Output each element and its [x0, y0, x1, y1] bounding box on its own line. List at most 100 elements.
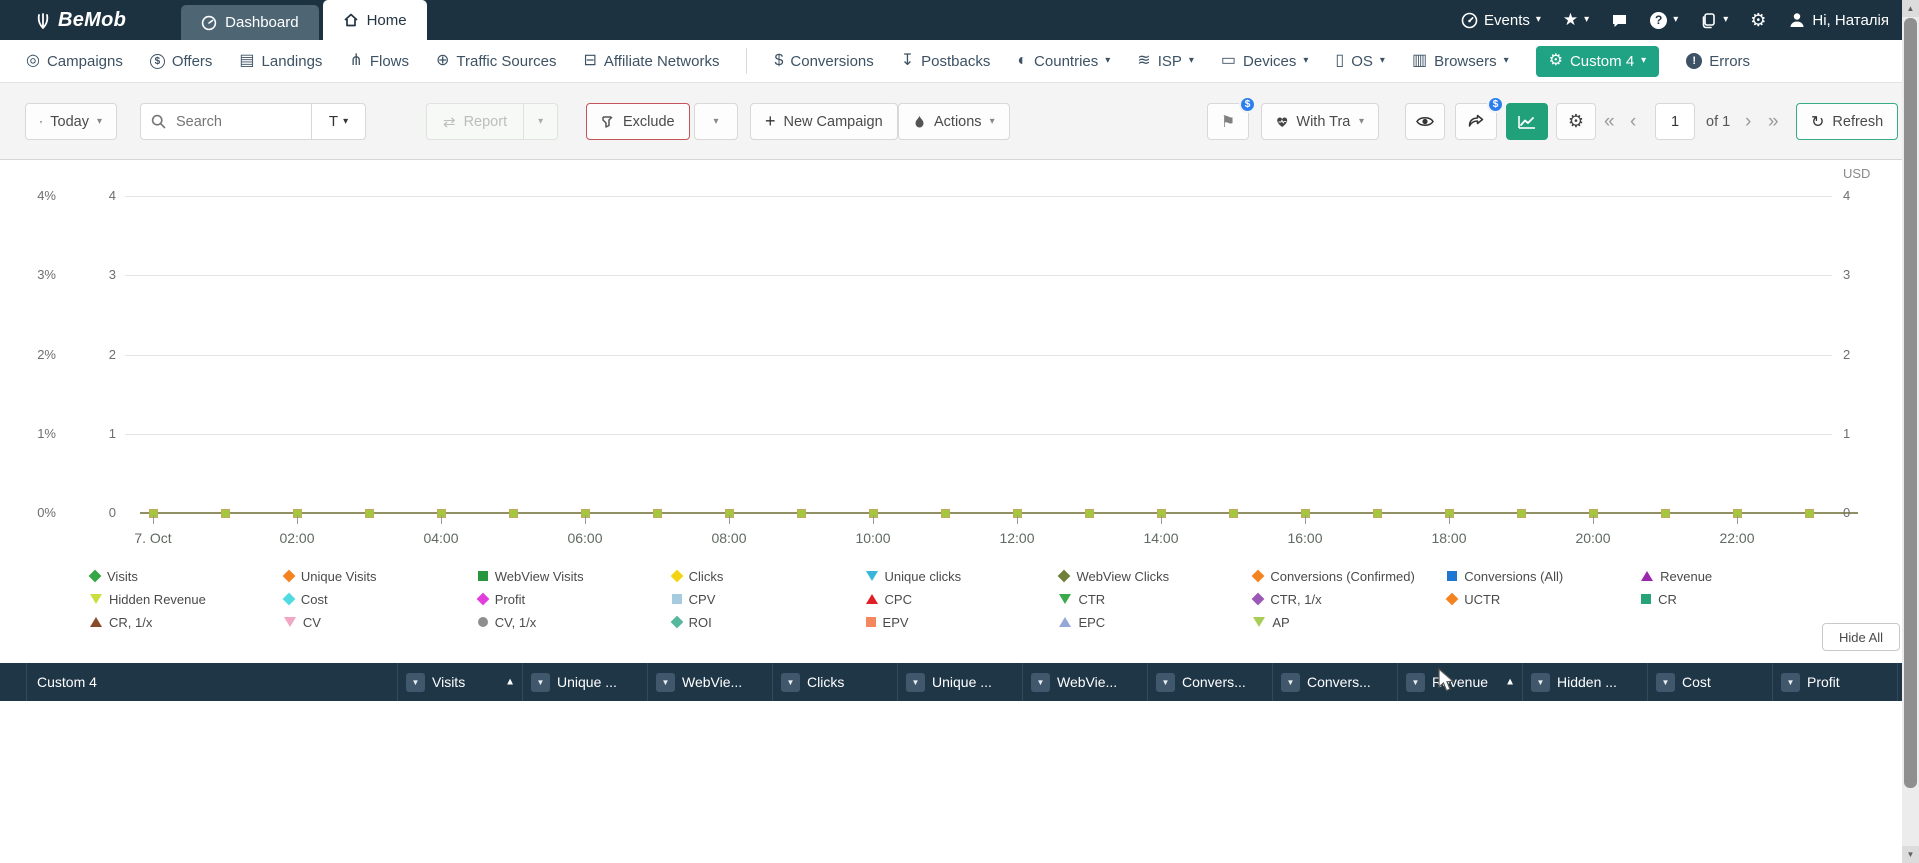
actions-button[interactable]: Actions ▾ — [898, 103, 1010, 140]
data-point-marker[interactable] — [796, 509, 806, 518]
nav-item-flows[interactable]: ⋔ Flows — [349, 53, 409, 70]
data-point-marker[interactable] — [220, 509, 230, 518]
legend-item-webview-visits[interactable]: WebView Visits — [477, 567, 672, 585]
nav-item-isp[interactable]: ≋ ISP ▾ — [1137, 53, 1194, 70]
report-dropdown-button[interactable]: ▾ — [523, 104, 557, 139]
legend-item-clicks[interactable]: Clicks — [670, 567, 866, 585]
filter-icon[interactable]: ▼ — [406, 672, 425, 692]
traffic-filter-dropdown[interactable]: With Tra... ▾ — [1261, 103, 1379, 140]
hide-all-button[interactable]: Hide All — [1822, 623, 1900, 651]
filter-icon[interactable]: ▼ — [1406, 672, 1425, 692]
settings-button[interactable]: ⚙ — [1750, 10, 1766, 31]
data-point-marker[interactable] — [364, 509, 374, 518]
table-column-header-hidden-[interactable]: ▼ Hidden ... — [1523, 663, 1648, 701]
legend-item-webview-clicks[interactable]: WebView Clicks — [1058, 567, 1253, 585]
table-settings-button[interactable]: ⚙ — [1556, 103, 1596, 140]
table-column-header-convers-[interactable]: ▼ Convers... — [1148, 663, 1273, 701]
feedback-button[interactable] — [1611, 12, 1628, 29]
legend-item-cr-1-x[interactable]: CR, 1/x — [90, 613, 284, 631]
filter-icon[interactable]: ▼ — [1281, 672, 1300, 692]
data-point-marker[interactable] — [1660, 509, 1670, 518]
scrollbar-thumb[interactable] — [1904, 18, 1917, 788]
legend-item-hidden-revenue[interactable]: Hidden Revenue — [90, 590, 284, 608]
nav-item-devices[interactable]: ▭ Devices ▾ — [1221, 53, 1309, 70]
nav-item-os[interactable]: ▯ OS ▾ — [1335, 53, 1385, 70]
table-column-header-unique-[interactable]: ▼ Unique ... — [523, 663, 648, 701]
search-input[interactable] — [166, 113, 311, 130]
visibility-button[interactable] — [1405, 103, 1445, 140]
last-page-button[interactable]: » — [1768, 103, 1779, 140]
filter-icon[interactable]: ▼ — [1156, 672, 1175, 692]
exclude-dropdown-button[interactable]: ▾ — [694, 103, 738, 140]
legend-item-ctr-1-x[interactable]: CTR, 1/x — [1251, 590, 1447, 608]
nav-item-custom-4[interactable]: ⚙ Custom 4 ▾ — [1535, 45, 1660, 77]
date-range-button[interactable]: Today ▾ — [25, 103, 117, 140]
pages-menu[interactable]: ▾ — [1700, 12, 1728, 29]
nav-item-offers[interactable]: $ Offers — [149, 53, 212, 70]
legend-item-unique-visits[interactable]: Unique Visits — [282, 567, 478, 585]
refresh-button[interactable]: ↻ Refresh — [1796, 103, 1899, 140]
legend-item-revenue[interactable]: Revenue — [1641, 567, 1835, 585]
filter-icon[interactable]: ▼ — [781, 672, 800, 692]
favorites-menu[interactable]: ★ ▾ — [1563, 10, 1589, 30]
next-page-button[interactable]: › — [1745, 103, 1751, 140]
legend-item-uctr[interactable]: UCTR — [1445, 590, 1641, 608]
data-point-marker[interactable] — [1084, 509, 1094, 518]
table-column-header-clicks[interactable]: ▼ Clicks — [773, 663, 898, 701]
table-column-header-webvie-[interactable]: ▼ WebVie... — [1023, 663, 1148, 701]
legend-item-cpv[interactable]: CPV — [671, 590, 866, 608]
table-column-header-revenue[interactable]: ▼ Revenue ▲ — [1398, 663, 1523, 701]
legend-item-ctr[interactable]: CTR — [1059, 590, 1253, 608]
legend-item-unique-clicks[interactable]: Unique clicks — [865, 567, 1060, 585]
data-point-marker[interactable] — [652, 509, 662, 518]
app-logo[interactable]: BeMob — [34, 9, 126, 32]
legend-item-cv-1-x[interactable]: CV, 1/x — [477, 613, 672, 631]
filter-icon[interactable]: ▼ — [1781, 672, 1800, 692]
user-menu[interactable]: Hi, Наталія — [1788, 11, 1889, 29]
nav-item-postbacks[interactable]: ↧ Postbacks — [901, 53, 991, 70]
data-point-marker[interactable] — [1804, 509, 1814, 518]
nav-item-campaigns[interactable]: ◎ Campaigns — [26, 53, 123, 70]
nav-item-errors[interactable]: ! Errors — [1686, 53, 1750, 70]
legend-item-cost[interactable]: Cost — [282, 590, 478, 608]
data-point-marker[interactable] — [940, 509, 950, 518]
table-column-header-unique-[interactable]: ▼ Unique ... — [898, 663, 1023, 701]
new-campaign-button[interactable]: + New Campaign — [750, 103, 898, 140]
legend-item-epc[interactable]: EPC — [1059, 613, 1253, 631]
first-page-button[interactable]: « — [1604, 103, 1615, 140]
flag-button[interactable]: ⚑ $ — [1207, 96, 1256, 140]
legend-item-cpc[interactable]: CPC — [865, 590, 1060, 608]
data-point-marker[interactable] — [1372, 509, 1382, 518]
legend-item-conversions-confirmed-[interactable]: Conversions (Confirmed) — [1251, 567, 1447, 585]
data-point-marker[interactable] — [508, 509, 518, 518]
table-column-header-visits[interactable]: ▼ Visits ▲ — [398, 663, 523, 701]
scroll-up-arrow[interactable]: ▲ — [1902, 0, 1919, 17]
events-menu[interactable]: Events ▾ — [1461, 12, 1541, 29]
legend-item-roi[interactable]: ROI — [670, 613, 866, 631]
search-type-selector[interactable]: T ▾ — [311, 104, 365, 139]
help-menu[interactable]: ? ▾ — [1650, 11, 1678, 29]
report-button[interactable]: ⇄ Report — [427, 104, 523, 139]
export-button[interactable]: $ — [1455, 96, 1504, 140]
filter-icon[interactable]: ▼ — [531, 672, 550, 692]
nav-item-countries[interactable]: ◐ Countries ▾ — [1017, 53, 1110, 70]
nav-item-landings[interactable]: ▤ Landings — [239, 53, 322, 70]
page-input[interactable] — [1655, 103, 1695, 140]
table-column-header-cost[interactable]: ▼ Cost — [1648, 663, 1773, 701]
tab-dashboard[interactable]: Dashboard — [181, 5, 319, 40]
legend-item-epv[interactable]: EPV — [865, 613, 1060, 631]
filter-icon[interactable]: ▼ — [656, 672, 675, 692]
filter-icon[interactable]: ▼ — [1031, 672, 1050, 692]
nav-item-traffic-sources[interactable]: ⊕ Traffic Sources — [436, 53, 556, 70]
data-point-marker[interactable] — [1516, 509, 1526, 518]
table-column-header-convers-[interactable]: ▼ Convers... — [1273, 663, 1398, 701]
tab-home[interactable]: Home — [322, 0, 427, 40]
legend-item-profit[interactable]: Profit — [476, 590, 672, 608]
chart-toggle-button[interactable] — [1506, 103, 1548, 140]
legend-item-conversions-all-[interactable]: Conversions (All) — [1447, 567, 1641, 585]
exclude-button[interactable]: Exclude — [586, 103, 690, 140]
nav-item-conversions[interactable]: $ Conversions — [774, 53, 873, 70]
filter-icon[interactable]: ▼ — [1531, 672, 1550, 692]
filter-icon[interactable]: ▼ — [1656, 672, 1675, 692]
prev-page-button[interactable]: ‹ — [1630, 103, 1636, 140]
